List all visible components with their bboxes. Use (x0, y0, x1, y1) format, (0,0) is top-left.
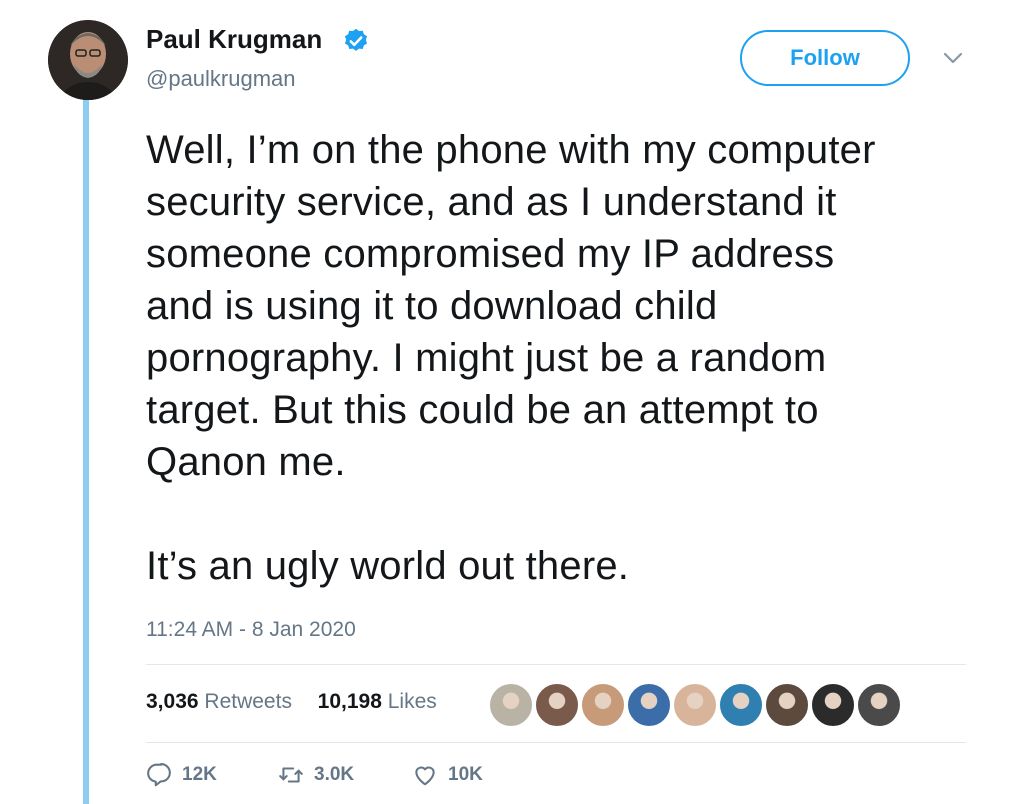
liker-avatar-8[interactable] (810, 682, 856, 728)
liker-avatar-3[interactable] (580, 682, 626, 728)
engagement-stats: 3,036 Retweets 10,198 Likes (146, 690, 437, 714)
retweets-label: Retweets (204, 690, 292, 713)
like-button[interactable]: 10K (412, 762, 483, 788)
retweets-count: 3,036 (146, 690, 199, 713)
tweet-line: someone compromised my IP address (146, 232, 835, 276)
retweet-button[interactable]: 3.0K (278, 762, 354, 788)
liker-avatar-9[interactable] (856, 682, 902, 728)
likes-stat[interactable]: 10,198 Likes (318, 690, 437, 713)
tweet-line: target. But this could be an attempt to (146, 388, 819, 432)
liker-avatar-5[interactable] (672, 682, 718, 728)
user-handle[interactable]: @paulkrugman (146, 66, 296, 92)
verified-badge-icon (344, 28, 368, 51)
tweet-line: pornography. I might just be a random (146, 336, 827, 380)
likes-count: 10,198 (317, 690, 382, 713)
tweet-line: and is using it to download child (146, 284, 718, 328)
tweet-line: security service, and as I understand it (146, 180, 837, 224)
tweet-text: Well, I’m on the phone with my computer … (146, 124, 996, 592)
retweets-stat[interactable]: 3,036 Retweets (146, 690, 298, 713)
liker-avatar-4[interactable] (626, 682, 672, 728)
liker-avatar-7[interactable] (764, 682, 810, 728)
avatar[interactable] (48, 20, 128, 100)
heart-icon (415, 766, 435, 786)
retweet-count: 3.0K (314, 764, 355, 785)
like-count: 10K (448, 764, 483, 785)
liker-avatar-6[interactable] (718, 682, 764, 728)
tweet-line: It’s an ugly world out there. (146, 544, 630, 588)
retweet-icon (279, 767, 303, 783)
divider (146, 742, 966, 743)
liker-avatar-2[interactable] (534, 682, 580, 728)
chevron-down-icon[interactable] (942, 50, 964, 66)
avatar-portrait-icon (48, 20, 128, 100)
follow-button[interactable]: Follow (740, 30, 910, 86)
divider (146, 664, 966, 665)
tweet-timestamp[interactable]: 11:24 AM - 8 Jan 2020 (146, 618, 356, 642)
display-name[interactable]: Paul Krugman (146, 24, 322, 55)
reply-icon (147, 763, 171, 787)
tweet-line: Well, I’m on the phone with my computer (146, 128, 876, 172)
likes-label: Likes (387, 690, 437, 713)
tweet-line: Qanon me. (146, 440, 346, 484)
liker-avatar-1[interactable] (488, 682, 534, 728)
thread-line (83, 100, 89, 804)
reply-button[interactable]: 12K (146, 762, 217, 788)
reply-count: 12K (182, 764, 217, 785)
